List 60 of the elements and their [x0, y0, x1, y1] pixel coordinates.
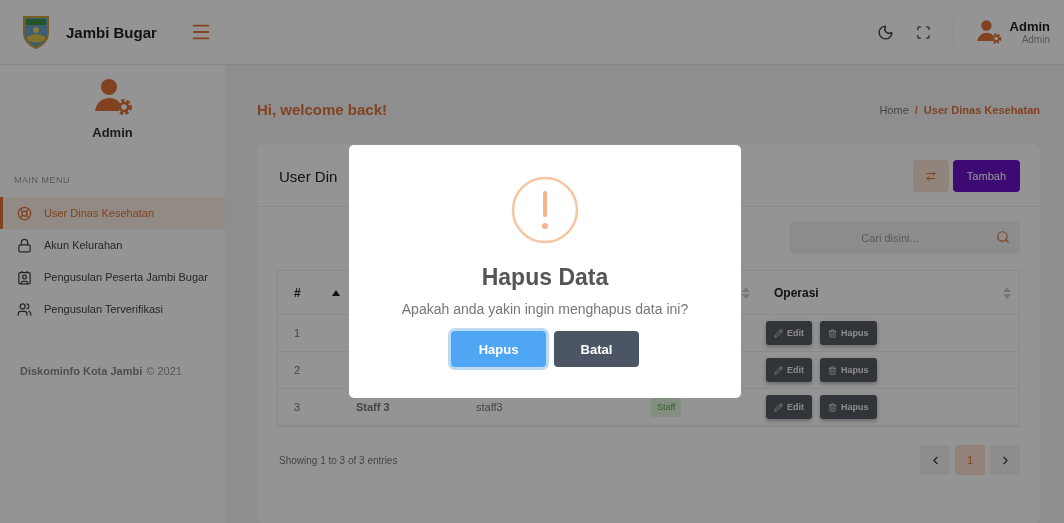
- sidebar-item[interactable]: Pengusulan Terverifikasi: [0, 293, 225, 325]
- table-cell: 3: [294, 401, 301, 413]
- sort-up-icon[interactable]: [332, 289, 340, 296]
- dialog-message: Apakah anda yakin ingin menghapus data ini?: [401, 301, 689, 317]
- add-button[interactable]: Tambah: [952, 160, 1020, 192]
- column-header[interactable]: #: [294, 285, 301, 300]
- sidebar-item[interactable]: Akun Kelurahan: [0, 229, 225, 261]
- user-name: Admin: [1009, 19, 1050, 34]
- user-gear-icon: [975, 19, 1002, 45]
- breadcrumb-separator: /: [914, 103, 918, 116]
- trash-icon: [828, 365, 837, 375]
- search-icon[interactable]: [996, 230, 1010, 244]
- breadcrumb-item[interactable]: Home: [879, 103, 909, 116]
- greeting: Hi, welcome back!: [257, 101, 388, 118]
- sidebar-item[interactable]: User Dinas Kesehatan: [0, 197, 225, 229]
- trash-icon: [828, 402, 837, 412]
- user-gear-icon: [92, 77, 133, 117]
- profile-name: Admin: [92, 125, 133, 140]
- table-cell: Staff 3: [356, 401, 390, 413]
- sort-icon[interactable]: [1003, 286, 1011, 299]
- id-card-icon: [17, 269, 32, 285]
- swap-icon: [924, 170, 937, 182]
- warning-icon: [511, 176, 579, 244]
- role-badge: Staff: [651, 397, 682, 417]
- confirm-button[interactable]: Hapus: [451, 331, 546, 367]
- moon-icon[interactable]: [876, 23, 894, 41]
- users-icon: [17, 301, 32, 317]
- sidebar-item[interactable]: Pengusulan Peserta Jambi Bugar: [0, 261, 225, 293]
- table-cell: 2: [294, 364, 301, 376]
- swap-button[interactable]: [912, 160, 949, 192]
- page-button[interactable]: 1: [955, 445, 985, 475]
- user-role: Admin: [1021, 34, 1050, 45]
- lock-icon: [17, 237, 32, 253]
- brand-name: Jambi Bugar: [66, 23, 158, 41]
- edit-button[interactable]: Edit: [766, 395, 812, 419]
- delete-button[interactable]: Hapus: [820, 321, 877, 345]
- trash-icon: [828, 328, 837, 338]
- pencil-icon: [774, 365, 783, 375]
- previous-page-button[interactable]: [920, 445, 950, 475]
- edit-button[interactable]: Edit: [766, 358, 812, 382]
- lifebuoy-icon: [17, 205, 32, 221]
- footer-year: © 2021: [146, 365, 182, 377]
- pencil-icon: [774, 328, 783, 338]
- card-title: User Din: [279, 167, 338, 185]
- edit-button[interactable]: Edit: [766, 321, 812, 345]
- breadcrumb-item[interactable]: User Dinas Kesehatan: [923, 103, 1040, 116]
- logo-icon: [22, 15, 50, 49]
- table-cell: 1: [294, 327, 301, 339]
- menu-section-label: MAIN MENU: [14, 175, 71, 185]
- next-page-button[interactable]: [990, 445, 1020, 475]
- dialog-title: Hapus Data: [481, 264, 609, 291]
- entries-info: Showing 1 to 3 of 3 entries: [279, 454, 398, 466]
- fullscreen-icon[interactable]: [915, 24, 931, 40]
- table-cell: staff3: [476, 401, 503, 413]
- column-header[interactable]: Operasi: [774, 285, 819, 300]
- cancel-button[interactable]: Batal: [554, 331, 639, 367]
- pencil-icon: [774, 402, 783, 412]
- delete-button[interactable]: Hapus: [820, 358, 877, 382]
- delete-button[interactable]: Hapus: [820, 395, 877, 419]
- footer-brand: Diskominfo Kota Jambi: [20, 365, 143, 377]
